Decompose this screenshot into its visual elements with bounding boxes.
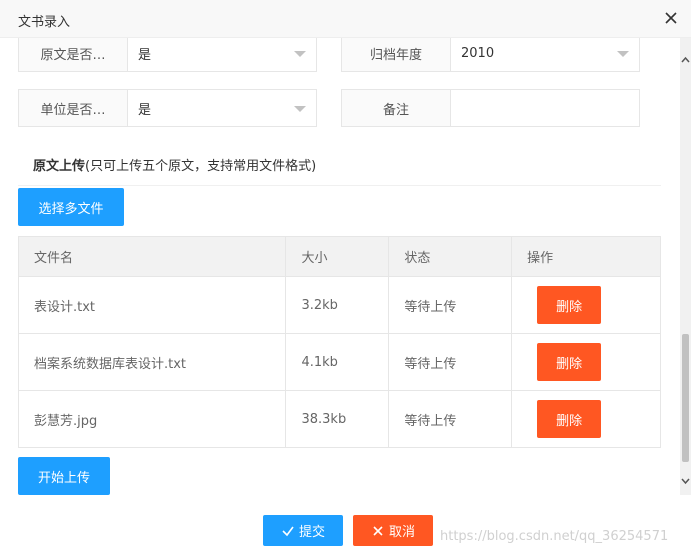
submit-button[interactable]: 提交: [263, 515, 343, 546]
file-name: 档案系统数据库表设计.txt: [17, 333, 287, 391]
file-table: 文件名 大小 状态 操作 表设计.txt 3.2kb 等待上传 删除 档案系统数…: [17, 236, 661, 448]
upload-title-bold: 原文上传: [33, 159, 86, 174]
cancel-label: 取消: [388, 525, 415, 540]
scroll-down-icon[interactable]: [680, 475, 691, 487]
remark-input[interactable]: [450, 89, 640, 127]
unit-select[interactable]: 是: [127, 89, 317, 127]
form-row-2: 单位是否… 是: [18, 89, 317, 127]
original-select[interactable]: 是: [127, 38, 317, 72]
caret-down-icon: [294, 106, 306, 112]
archive-year-label: 归档年度: [341, 38, 450, 72]
check-icon: [282, 526, 294, 536]
delete-button[interactable]: 删除: [537, 400, 602, 438]
archive-year-select[interactable]: 2010: [450, 38, 640, 72]
action-cell: 删除: [511, 276, 661, 334]
dialog-titlebar: 文书录入: [0, 0, 691, 38]
dialog-title: 文书录入: [18, 15, 71, 30]
submit-label: 提交: [298, 525, 325, 540]
column-header-filename: 文件名: [17, 236, 287, 277]
original-label: 原文是否…: [18, 38, 127, 72]
archive-year-value: 2010: [461, 45, 495, 61]
caret-down-icon: [617, 51, 629, 57]
form-row-1: 原文是否… 是: [18, 38, 317, 72]
unit-label: 单位是否…: [18, 89, 127, 127]
column-header-size: 大小: [285, 236, 390, 277]
file-size: 3.2kb: [285, 276, 390, 334]
close-icon[interactable]: [661, 8, 681, 28]
file-status: 等待上传: [388, 390, 513, 448]
file-size: 4.1kb: [285, 333, 390, 391]
vertical-scrollbar[interactable]: [680, 38, 691, 495]
remark-label: 备注: [341, 89, 450, 127]
column-header-status: 状态: [388, 236, 513, 277]
file-size: 38.3kb: [285, 390, 390, 448]
file-name: 表设计.txt: [17, 276, 287, 334]
delete-button[interactable]: 删除: [537, 286, 602, 324]
file-status: 等待上传: [388, 276, 513, 334]
action-cell: 删除: [511, 390, 661, 448]
table-row: 档案系统数据库表设计.txt 4.1kb 等待上传 删除: [17, 333, 661, 391]
caret-down-icon: [294, 51, 306, 57]
upload-section-title: 原文上传(只可上传五个原文，支持常用文件格式): [33, 155, 316, 174]
select-files-button[interactable]: 选择多文件: [18, 188, 124, 226]
upload-title-note: (只可上传五个原文，支持常用文件格式): [85, 159, 317, 174]
table-row: 彭慧芳.jpg 38.3kb 等待上传 删除: [17, 390, 661, 448]
action-cell: 删除: [511, 333, 661, 391]
form-row-1-right: 归档年度 2010: [341, 38, 640, 72]
close-icon: [373, 525, 383, 536]
column-header-action: 操作: [511, 236, 661, 277]
watermark: https://blog.csdn.net/qq_36254571: [440, 529, 669, 544]
form-row-2-right: 备注: [341, 89, 640, 127]
scroll-up-icon[interactable]: [680, 54, 691, 66]
file-name: 彭慧芳.jpg: [17, 390, 287, 448]
delete-button[interactable]: 删除: [537, 343, 602, 381]
dialog-content: 原文是否… 是 归档年度 2010 单位是否… 是 备注 原文上传(只可上传五个…: [0, 38, 680, 495]
start-upload-button[interactable]: 开始上传: [18, 457, 110, 495]
unit-select-value: 是: [138, 102, 152, 118]
original-select-value: 是: [138, 47, 152, 63]
table-row: 表设计.txt 3.2kb 等待上传 删除: [17, 276, 661, 334]
divider: [18, 185, 661, 186]
scrollbar-thumb[interactable]: [682, 334, 689, 462]
cancel-button[interactable]: 取消: [353, 515, 433, 546]
file-status: 等待上传: [388, 333, 513, 391]
